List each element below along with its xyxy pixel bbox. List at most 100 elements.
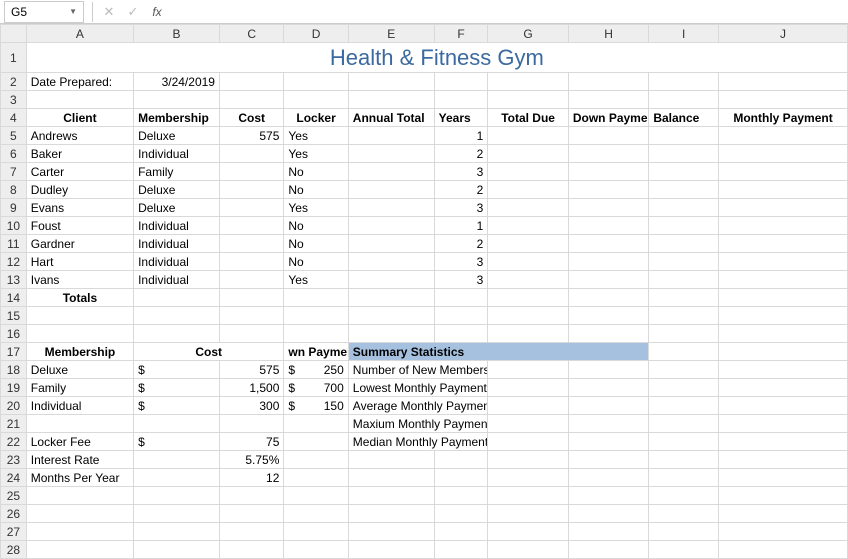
- client-cost[interactable]: [219, 181, 283, 199]
- client-membership[interactable]: Individual: [134, 217, 220, 235]
- client-years[interactable]: 2: [434, 181, 488, 199]
- row-header[interactable]: 7: [1, 163, 27, 181]
- locker-fee-label[interactable]: Locker Fee: [26, 433, 133, 451]
- client-locker[interactable]: No: [284, 253, 348, 271]
- membership-type[interactable]: Deluxe: [26, 361, 133, 379]
- membership-cost[interactable]: 1,500: [219, 379, 283, 397]
- client-years[interactable]: 2: [434, 235, 488, 253]
- client-name[interactable]: Hart: [26, 253, 133, 271]
- col-header[interactable]: C: [219, 25, 283, 43]
- col-header[interactable]: H: [568, 25, 649, 43]
- client-name[interactable]: Evans: [26, 199, 133, 217]
- name-box[interactable]: G5 ▼: [4, 1, 84, 23]
- row-header[interactable]: 12: [1, 253, 27, 271]
- header2-membership[interactable]: Membership: [26, 343, 133, 361]
- header-balance[interactable]: Balance: [649, 109, 719, 127]
- formula-input[interactable]: [169, 1, 848, 23]
- row-header[interactable]: 23: [1, 451, 27, 469]
- header2-cost[interactable]: Cost: [134, 343, 284, 361]
- summary-item[interactable]: Lowest Monthly Payment: [348, 379, 488, 397]
- page-title[interactable]: Health & Fitness Gym: [26, 43, 847, 73]
- spreadsheet-grid[interactable]: A B C D E F G H I J 1 Health & Fitness G…: [0, 24, 848, 559]
- client-years[interactable]: 3: [434, 199, 488, 217]
- client-cost[interactable]: [219, 271, 283, 289]
- col-header[interactable]: F: [434, 25, 488, 43]
- row-header[interactable]: 19: [1, 379, 27, 397]
- client-years[interactable]: 2: [434, 145, 488, 163]
- col-header[interactable]: B: [134, 25, 220, 43]
- header-annual-total[interactable]: Annual Total: [348, 109, 434, 127]
- client-name[interactable]: Dudley: [26, 181, 133, 199]
- client-years[interactable]: 1: [434, 127, 488, 145]
- row-header[interactable]: 26: [1, 505, 27, 523]
- client-years[interactable]: 3: [434, 163, 488, 181]
- interest-rate-value[interactable]: 5.75%: [219, 451, 283, 469]
- row-header[interactable]: 4: [1, 109, 27, 127]
- summary-item[interactable]: Maxium Monthly Payment: [348, 415, 488, 433]
- client-name[interactable]: Gardner: [26, 235, 133, 253]
- row-header[interactable]: 1: [1, 43, 27, 73]
- row-header[interactable]: 9: [1, 199, 27, 217]
- col-header[interactable]: J: [719, 25, 848, 43]
- client-membership[interactable]: Individual: [134, 145, 220, 163]
- date-prepared-label[interactable]: Date Prepared:: [26, 73, 133, 91]
- client-cost[interactable]: [219, 199, 283, 217]
- header-down-payment[interactable]: Down Payment: [568, 109, 649, 127]
- col-header[interactable]: A: [26, 25, 133, 43]
- client-membership[interactable]: Deluxe: [134, 127, 220, 145]
- row-header[interactable]: 25: [1, 487, 27, 505]
- row-header[interactable]: 10: [1, 217, 27, 235]
- row-header[interactable]: 21: [1, 415, 27, 433]
- membership-cost[interactable]: 575: [219, 361, 283, 379]
- client-membership[interactable]: Family: [134, 163, 220, 181]
- client-membership[interactable]: Individual: [134, 235, 220, 253]
- header-total-due[interactable]: Total Due: [488, 109, 569, 127]
- row-header[interactable]: 22: [1, 433, 27, 451]
- row-header[interactable]: 27: [1, 523, 27, 541]
- membership-type[interactable]: Individual: [26, 397, 133, 415]
- row-header[interactable]: 16: [1, 325, 27, 343]
- row-header[interactable]: 8: [1, 181, 27, 199]
- months-per-year-value[interactable]: 12: [219, 469, 283, 487]
- interest-rate-label[interactable]: Interest Rate: [26, 451, 133, 469]
- client-name[interactable]: Ivans: [26, 271, 133, 289]
- client-cost[interactable]: 575: [219, 127, 283, 145]
- client-locker[interactable]: No: [284, 217, 348, 235]
- header-locker[interactable]: Locker: [284, 109, 348, 127]
- client-name[interactable]: Foust: [26, 217, 133, 235]
- row-header[interactable]: 6: [1, 145, 27, 163]
- client-cost[interactable]: [219, 163, 283, 181]
- date-prepared-value[interactable]: 3/24/2019: [134, 73, 220, 91]
- client-membership[interactable]: Deluxe: [134, 181, 220, 199]
- row-header[interactable]: 14: [1, 289, 27, 307]
- client-name[interactable]: Baker: [26, 145, 133, 163]
- client-cost[interactable]: [219, 217, 283, 235]
- row-header[interactable]: 24: [1, 469, 27, 487]
- fx-icon[interactable]: fx: [145, 1, 169, 23]
- membership-cost[interactable]: 300: [219, 397, 283, 415]
- client-years[interactable]: 3: [434, 271, 488, 289]
- client-locker[interactable]: Yes: [284, 199, 348, 217]
- client-years[interactable]: 3: [434, 253, 488, 271]
- client-membership[interactable]: Individual: [134, 253, 220, 271]
- months-per-year-label[interactable]: Months Per Year: [26, 469, 133, 487]
- client-locker[interactable]: Yes: [284, 271, 348, 289]
- col-header[interactable]: I: [649, 25, 719, 43]
- client-locker[interactable]: No: [284, 181, 348, 199]
- summary-item[interactable]: Average Monthly Payment: [348, 397, 488, 415]
- header-years[interactable]: Years: [434, 109, 488, 127]
- header2-down-payment[interactable]: wn Payment: [284, 343, 348, 361]
- row-header[interactable]: 20: [1, 397, 27, 415]
- summary-statistics-header[interactable]: Summary Statistics: [348, 343, 649, 361]
- row-header[interactable]: 5: [1, 127, 27, 145]
- client-locker[interactable]: Yes: [284, 145, 348, 163]
- row-header[interactable]: 17: [1, 343, 27, 361]
- membership-type[interactable]: Family: [26, 379, 133, 397]
- col-header[interactable]: D: [284, 25, 348, 43]
- client-membership[interactable]: Deluxe: [134, 199, 220, 217]
- client-locker[interactable]: Yes: [284, 127, 348, 145]
- select-all-corner[interactable]: [1, 25, 27, 43]
- row-header[interactable]: 28: [1, 541, 27, 559]
- header-cost[interactable]: Cost: [219, 109, 283, 127]
- totals-label[interactable]: Totals: [26, 289, 133, 307]
